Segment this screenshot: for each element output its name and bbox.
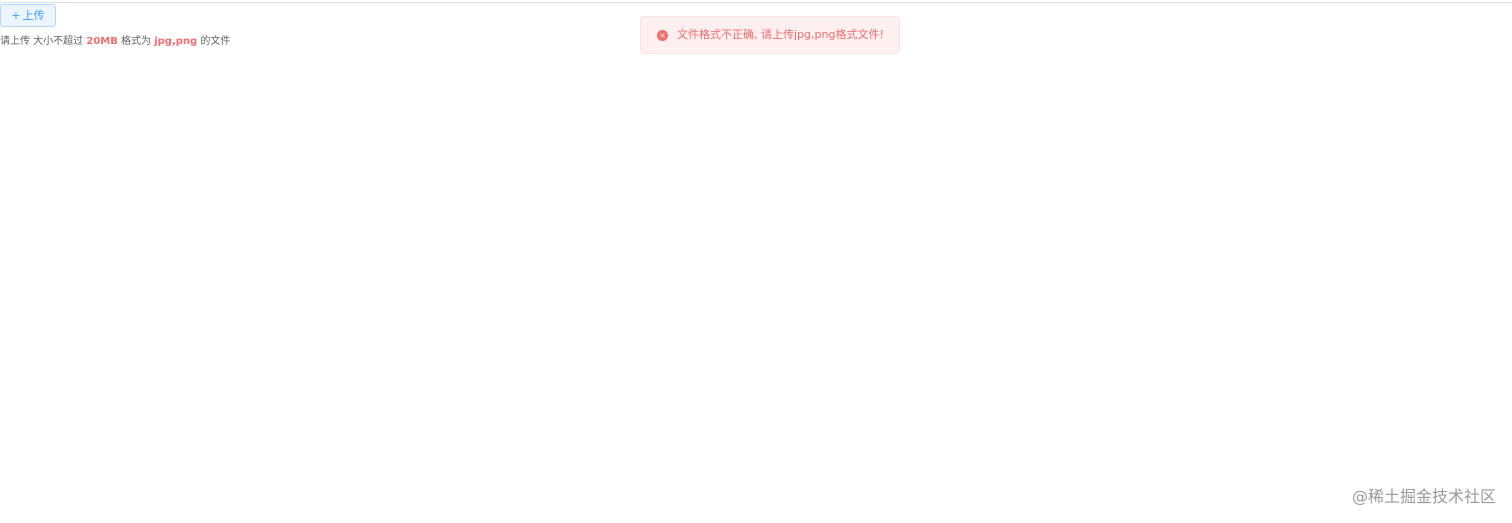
close-circle-icon: × xyxy=(657,29,668,41)
tip-size-limit: 20MB xyxy=(86,36,118,47)
error-message: × 文件格式不正确, 请上传jpg,png格式文件! xyxy=(640,16,900,54)
upload-button-label: 上传 xyxy=(22,9,45,22)
tip-formats: jpg,png xyxy=(154,36,198,47)
tip-suffix: 的文件 xyxy=(197,36,231,47)
upload-button[interactable]: + 上传 xyxy=(0,4,56,27)
tip-middle: 格式为 xyxy=(117,36,155,47)
tip-prefix: 请上传 大小不超过 xyxy=(0,36,87,47)
upload-tip: 请上传 大小不超过 20MB 格式为 jpg,png 的文件 xyxy=(0,36,230,48)
watermark: @稀土掘金技术社区 xyxy=(1351,487,1496,506)
page: + 上传 请上传 大小不超过 20MB 格式为 jpg,png 的文件 × 文件格… xyxy=(0,0,1512,523)
error-message-text: 文件格式不正确, 请上传jpg,png格式文件! xyxy=(677,28,884,41)
top-divider xyxy=(0,2,1512,3)
plus-icon: + xyxy=(11,9,21,22)
